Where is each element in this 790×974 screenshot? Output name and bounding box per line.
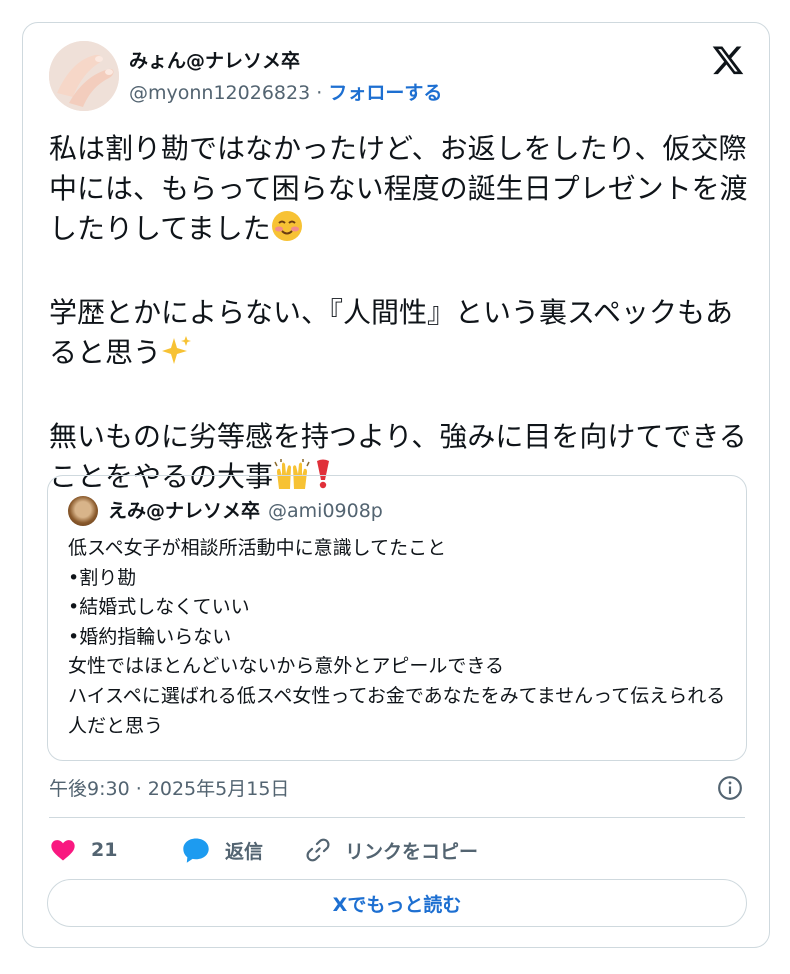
author-avatar[interactable] [49,41,119,111]
copy-link-label: リンクをコピー [345,840,479,863]
quoted-author-row: えみ@ナレソメ卒 @ami0908p [108,498,383,524]
follow-button[interactable]: フォローする [328,82,442,104]
post-text: 私は割り勘ではなかったけど、お返しをしたり、仮交際中には、もらって困らない程度の… [49,129,749,501]
divider [49,817,745,818]
reply-label: 返信 [225,840,264,863]
like-count: 21 [91,839,118,861]
link-icon [306,838,330,862]
smiling-face-blush-icon [271,210,303,253]
read-more-on-x-button[interactable]: Xでもっと読む [47,879,747,927]
post-line-2: 学歴とかによらない、『人間性』という裏スペックもあると思う [49,296,734,369]
reply-button[interactable]: 返信 [181,833,263,867]
copy-link-button[interactable]: リンクをコピー [305,833,478,867]
embedded-post-card: みょん@ナレソメ卒 @myonn12026823 · フォローする 私は割り勘で… [22,22,770,948]
info-icon[interactable] [717,775,743,801]
like-button[interactable]: 21 [49,833,117,867]
quoted-author-handle: @ami0908p [268,500,383,522]
sparkles-icon [161,334,193,377]
quoted-post[interactable]: えみ@ナレソメ卒 @ami0908p 低スペ女子が相談所活動中に意識してたこと •… [47,475,747,761]
separator: · [316,82,323,104]
quoted-author-name: えみ@ナレソメ卒 [108,500,261,522]
quoted-author-avatar [68,496,98,526]
heart-icon [51,840,75,861]
post-line-1: 私は割り勘ではなかったけど、お返しをしたり、仮交際中には、もらって困らない程度の… [49,132,748,245]
post-timestamp[interactable]: 午後9:30 · 2025年5月15日 [49,777,289,801]
author-handle-row: @myonn12026823 · フォローする [129,81,442,105]
author-name[interactable]: みょん@ナレソメ卒 [129,49,300,73]
quoted-post-text: 低スペ女子が相談所活動中に意識してたこと •割り勘 •結婚式しなくていい •婚約… [68,537,726,737]
x-logo-icon[interactable] [711,43,745,77]
reply-bubble-icon [183,838,209,863]
author-handle[interactable]: @myonn12026823 [129,82,310,104]
action-bar: 21 返信 リンクをコピー [49,833,749,867]
